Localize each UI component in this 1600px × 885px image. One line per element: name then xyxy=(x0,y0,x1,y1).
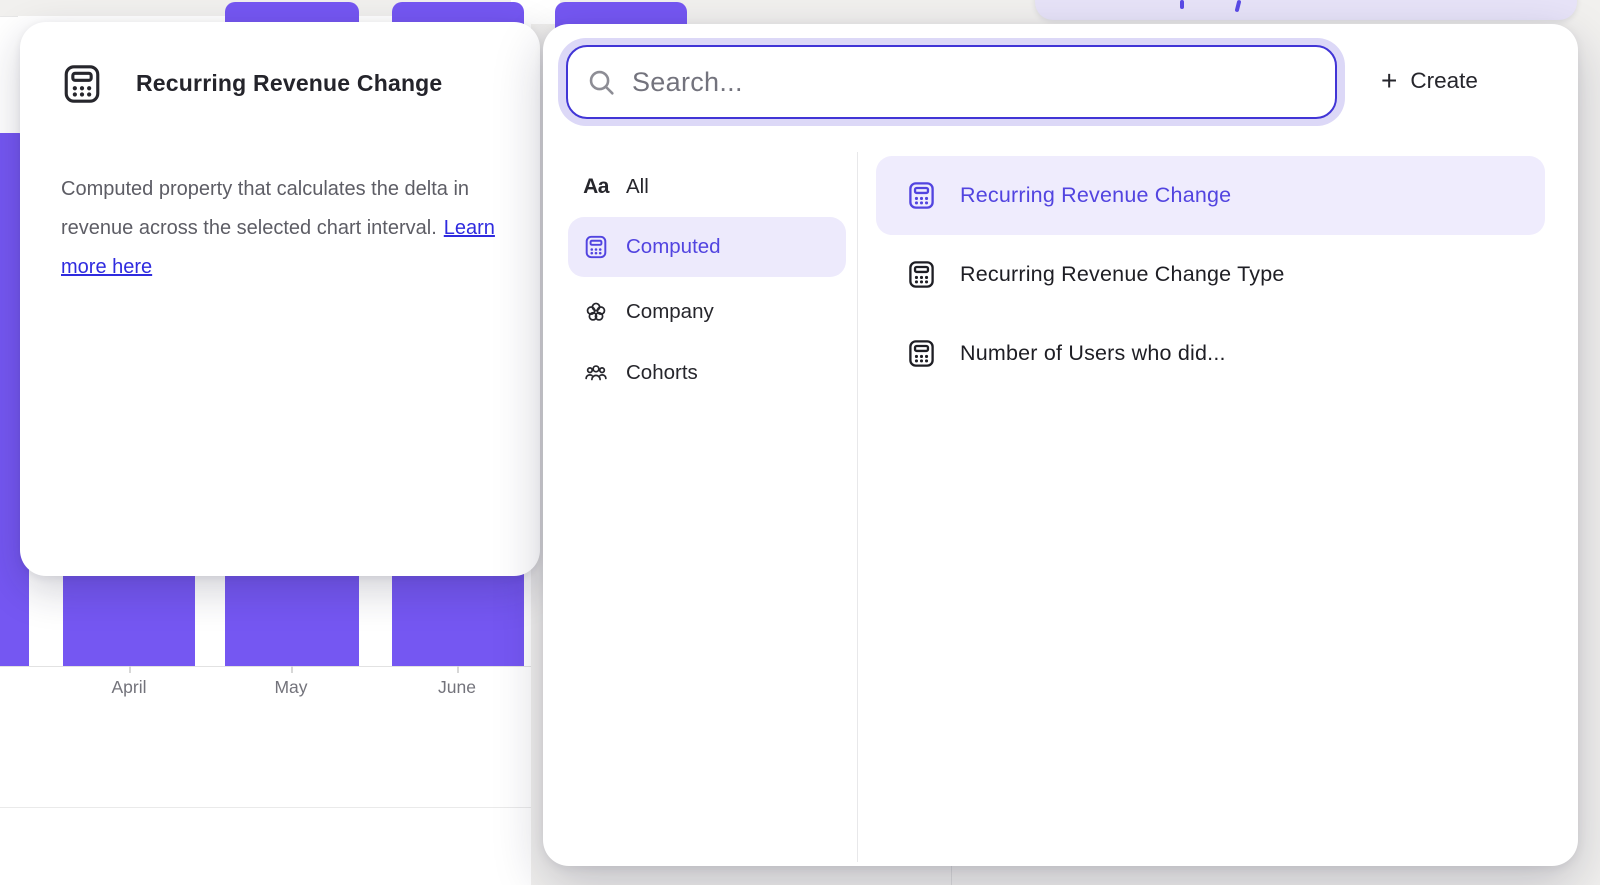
calculator-icon xyxy=(906,180,937,211)
create-button[interactable]: + Create xyxy=(1381,57,1478,105)
company-icon xyxy=(583,299,609,325)
result-recurring-revenue-change[interactable]: Recurring Revenue Change xyxy=(876,156,1545,235)
background-top-strip xyxy=(511,0,560,24)
result-label: Number of Users who did... xyxy=(960,341,1226,366)
x-axis-line xyxy=(0,666,531,667)
search-icon xyxy=(586,67,617,98)
x-axis-tick xyxy=(129,666,131,673)
background-column-edge xyxy=(951,866,952,885)
panel-divider xyxy=(857,152,858,862)
x-axis-label-april: April xyxy=(111,677,146,698)
property-tooltip-card: Recurring Revenue Change Computed proper… xyxy=(20,22,540,576)
calculator-icon xyxy=(906,338,937,369)
plus-icon: + xyxy=(1381,67,1397,95)
clipped-property-button[interactable] xyxy=(1035,0,1577,20)
filter-item-cohorts[interactable]: Cohorts xyxy=(568,346,846,400)
results-list: Recurring Revenue Change Recurring Reven… xyxy=(876,156,1545,393)
background-card-edge xyxy=(0,16,18,17)
result-recurring-revenue-change-type[interactable]: Recurring Revenue Change Type xyxy=(876,235,1545,314)
text-aa-icon: Aa xyxy=(583,174,609,200)
filter-item-company[interactable]: Company xyxy=(568,285,846,339)
search-input[interactable] xyxy=(632,67,1317,98)
search-field[interactable] xyxy=(566,45,1337,119)
x-axis-label-june: June xyxy=(438,677,476,698)
filter-label: All xyxy=(626,175,649,199)
filter-item-computed[interactable]: Computed xyxy=(568,217,846,277)
tooltip-title: Recurring Revenue Change xyxy=(136,70,442,97)
clipped-text-fragment xyxy=(1180,0,1184,9)
x-axis-tick xyxy=(291,666,293,673)
tooltip-description-text: Computed property that calculates the de… xyxy=(61,178,469,239)
filter-label: Cohorts xyxy=(626,361,698,385)
clipped-text-fragment xyxy=(1235,0,1242,12)
calculator-icon xyxy=(60,62,104,106)
filter-label: Company xyxy=(626,300,714,324)
create-button-label: Create xyxy=(1410,68,1478,94)
property-picker-panel: + Create Aa All Computed xyxy=(543,24,1578,866)
background-divider-line xyxy=(0,807,531,808)
x-axis-label-may: May xyxy=(274,677,307,698)
app-canvas: { "colors": { "bar_purple": "#7557f2", "… xyxy=(0,0,1600,885)
result-label: Recurring Revenue Change Type xyxy=(960,262,1285,287)
calculator-icon xyxy=(906,259,937,290)
tooltip-description: Computed property that calculates the de… xyxy=(61,170,509,287)
calculator-icon xyxy=(583,234,609,260)
x-axis-tick xyxy=(457,666,459,673)
cohorts-icon xyxy=(583,360,609,386)
result-label: Recurring Revenue Change xyxy=(960,183,1231,208)
filter-label: Computed xyxy=(626,235,721,259)
result-number-of-users[interactable]: Number of Users who did... xyxy=(876,314,1545,393)
filter-item-all[interactable]: Aa All xyxy=(568,158,846,216)
